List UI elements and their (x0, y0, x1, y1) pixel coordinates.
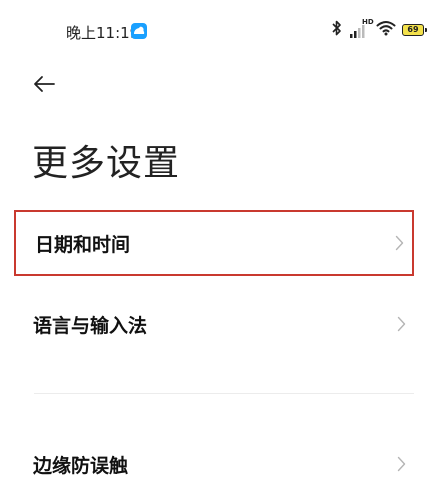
hd-label: HD (362, 18, 374, 26)
status-time: 晚上11:19 (66, 24, 140, 42)
chevron-right-icon (392, 235, 406, 251)
bluetooth-icon (332, 20, 342, 40)
wifi-icon (376, 20, 396, 40)
settings-item-language-input[interactable]: 语言与输入法 (14, 291, 414, 357)
chevron-right-icon (394, 456, 408, 472)
battery-icon: 69 (402, 24, 427, 36)
settings-item-label: 边缘防误触 (33, 454, 129, 477)
settings-item-date-time[interactable]: 日期和时间 (14, 210, 414, 276)
status-bar: 晚上11:19 HD 69 (0, 0, 440, 60)
status-icons: HD 69 (332, 18, 427, 40)
chevron-right-icon (394, 316, 408, 332)
section-divider (34, 393, 414, 394)
settings-item-edge-touch[interactable]: 边缘防误触 (14, 431, 414, 497)
back-arrow-icon (32, 74, 56, 98)
settings-item-label: 日期和时间 (35, 233, 131, 256)
page-title: 更多设置 (32, 143, 181, 184)
app-notification-icon (131, 23, 147, 39)
battery-level: 69 (407, 25, 419, 34)
signal-icon: HD (348, 18, 374, 39)
back-button[interactable] (28, 72, 60, 100)
settings-item-label: 语言与输入法 (33, 314, 148, 337)
